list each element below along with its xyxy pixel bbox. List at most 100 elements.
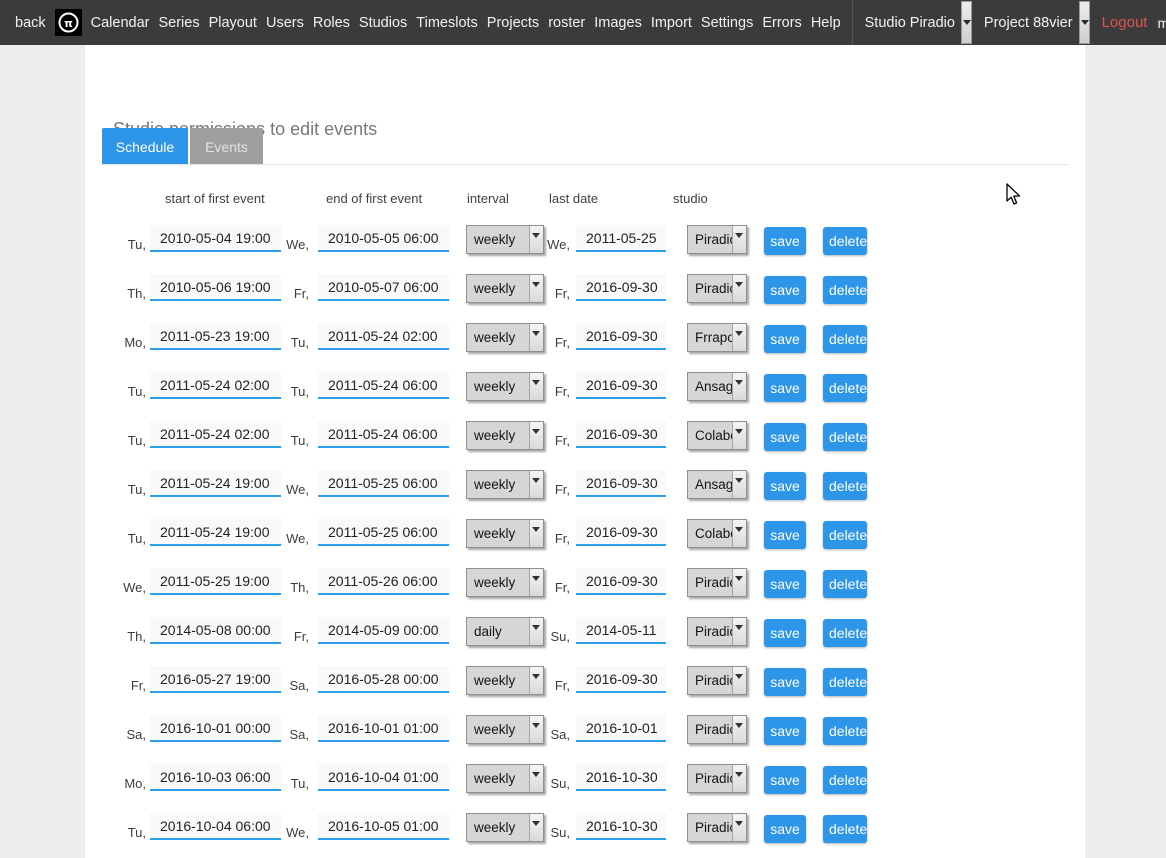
start-datetime-input[interactable] xyxy=(150,372,281,399)
start-datetime-input[interactable] xyxy=(150,568,281,595)
tab-events[interactable]: Events xyxy=(190,128,263,165)
delete-button[interactable]: delete xyxy=(823,227,867,255)
chevron-down-icon[interactable] xyxy=(1079,1,1090,44)
nav-item-timeslots[interactable]: Timeslots xyxy=(416,15,478,31)
start-datetime-input[interactable] xyxy=(150,274,281,301)
last-date-input[interactable] xyxy=(576,225,666,252)
studio-select[interactable]: Piradio xyxy=(687,715,747,744)
save-button[interactable]: save xyxy=(764,570,806,598)
last-date-input[interactable] xyxy=(576,666,666,693)
delete-button[interactable]: delete xyxy=(823,717,867,745)
end-datetime-input[interactable] xyxy=(318,274,449,301)
save-button[interactable]: save xyxy=(764,766,806,794)
logout-link[interactable]: Logout xyxy=(1102,14,1148,31)
save-button[interactable]: save xyxy=(764,423,806,451)
delete-button[interactable]: delete xyxy=(823,374,867,402)
back-link[interactable]: back xyxy=(15,15,46,31)
delete-button[interactable]: delete xyxy=(823,570,867,598)
studio-select[interactable]: Frrapo xyxy=(687,323,747,352)
nav-item-playout[interactable]: Playout xyxy=(209,15,257,31)
nav-item-studios[interactable]: Studios xyxy=(359,15,407,31)
save-button[interactable]: save xyxy=(764,521,806,549)
save-button[interactable]: save xyxy=(764,815,806,843)
end-datetime-input[interactable] xyxy=(318,715,449,742)
delete-button[interactable]: delete xyxy=(823,276,867,304)
delete-button[interactable]: delete xyxy=(823,668,867,696)
start-datetime-input[interactable] xyxy=(150,519,281,546)
last-date-input[interactable] xyxy=(576,568,666,595)
end-datetime-input[interactable] xyxy=(318,225,449,252)
start-datetime-input[interactable] xyxy=(150,764,281,791)
nav-item-calendar[interactable]: Calendar xyxy=(91,15,150,31)
studio-select[interactable]: Piradio xyxy=(687,274,747,303)
tab-schedule[interactable]: Schedule xyxy=(102,128,188,165)
start-datetime-input[interactable] xyxy=(150,813,281,840)
studio-select[interactable]: Piradio xyxy=(687,568,747,597)
last-date-input[interactable] xyxy=(576,617,666,644)
nav-item-roles[interactable]: Roles xyxy=(313,15,350,31)
end-datetime-input[interactable] xyxy=(318,323,449,350)
nav-item-errors[interactable]: Errors xyxy=(762,15,801,31)
save-button[interactable]: save xyxy=(764,668,806,696)
delete-button[interactable]: delete xyxy=(823,521,867,549)
project-dropdown[interactable]: Project 88vier xyxy=(978,0,1090,45)
delete-button[interactable]: delete xyxy=(823,766,867,794)
last-date-input[interactable] xyxy=(576,274,666,301)
last-date-input[interactable] xyxy=(576,764,666,791)
end-datetime-input[interactable] xyxy=(318,813,449,840)
end-datetime-input[interactable] xyxy=(318,568,449,595)
nav-item-import[interactable]: Import xyxy=(651,15,692,31)
save-button[interactable]: save xyxy=(764,276,806,304)
save-button[interactable]: save xyxy=(764,227,806,255)
studio-select[interactable]: Ansage xyxy=(687,470,747,499)
delete-button[interactable]: delete xyxy=(823,472,867,500)
delete-button[interactable]: delete xyxy=(823,423,867,451)
studio-select[interactable]: Piradio xyxy=(687,225,747,254)
studio-select[interactable]: Piradio xyxy=(687,813,747,842)
save-button[interactable]: save xyxy=(764,619,806,647)
chevron-down-icon[interactable] xyxy=(961,1,972,44)
end-datetime-input[interactable] xyxy=(318,519,449,546)
studio-select[interactable]: Colabo xyxy=(687,421,747,450)
save-button[interactable]: save xyxy=(764,717,806,745)
nav-item-help[interactable]: Help xyxy=(811,15,841,31)
end-datetime-input[interactable] xyxy=(318,764,449,791)
last-date-input[interactable] xyxy=(576,715,666,742)
end-datetime-input[interactable] xyxy=(318,421,449,448)
start-datetime-input[interactable] xyxy=(150,666,281,693)
studio-select[interactable]: Piradio xyxy=(687,617,747,646)
end-datetime-input[interactable] xyxy=(318,666,449,693)
studio-dropdown[interactable]: Studio Piradio xyxy=(859,0,972,45)
last-date-input[interactable] xyxy=(576,421,666,448)
last-date-input[interactable] xyxy=(576,813,666,840)
end-datetime-input[interactable] xyxy=(318,617,449,644)
nav-item-roster[interactable]: roster xyxy=(548,15,585,31)
last-date-input[interactable] xyxy=(576,372,666,399)
save-button[interactable]: save xyxy=(764,374,806,402)
nav-item-settings[interactable]: Settings xyxy=(701,15,753,31)
last-date-input[interactable] xyxy=(576,323,666,350)
studio-select[interactable]: Piradio xyxy=(687,666,747,695)
start-datetime-input[interactable] xyxy=(150,470,281,497)
nav-item-images[interactable]: Images xyxy=(594,15,642,31)
nav-item-users[interactable]: Users xyxy=(266,15,304,31)
start-datetime-input[interactable] xyxy=(150,715,281,742)
save-button[interactable]: save xyxy=(764,472,806,500)
studio-select[interactable]: Ansage xyxy=(687,372,747,401)
nav-item-series[interactable]: Series xyxy=(158,15,199,31)
last-date-input[interactable] xyxy=(576,470,666,497)
nav-item-projects[interactable]: Projects xyxy=(487,15,539,31)
start-datetime-input[interactable] xyxy=(150,617,281,644)
last-date-input[interactable] xyxy=(576,519,666,546)
end-datetime-input[interactable] xyxy=(318,372,449,399)
end-datetime-input[interactable] xyxy=(318,470,449,497)
pi-radio-logo-icon[interactable]: π xyxy=(55,9,82,36)
save-button[interactable]: save xyxy=(764,325,806,353)
delete-button[interactable]: delete xyxy=(823,619,867,647)
studio-select[interactable]: Piradio xyxy=(687,764,747,793)
studio-select[interactable]: Colabo xyxy=(687,519,747,548)
delete-button[interactable]: delete xyxy=(823,325,867,353)
start-datetime-input[interactable] xyxy=(150,421,281,448)
start-datetime-input[interactable] xyxy=(150,225,281,252)
start-datetime-input[interactable] xyxy=(150,323,281,350)
